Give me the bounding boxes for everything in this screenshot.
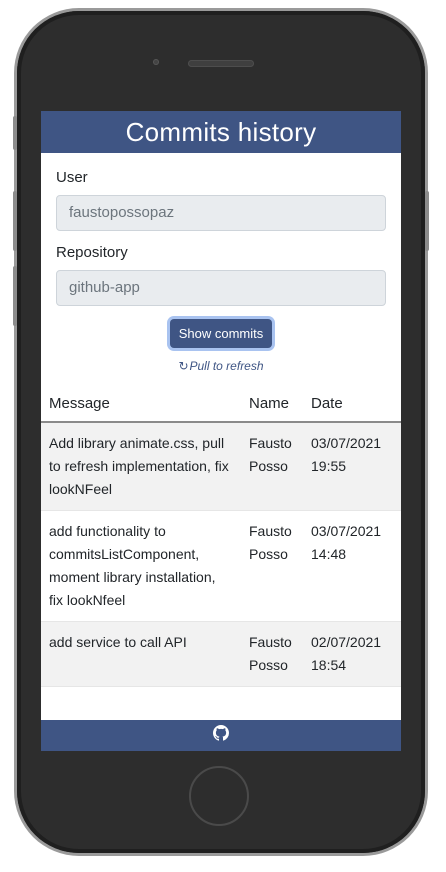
commit-query-form: User faustopossopaz Repository github-ap… — [41, 153, 401, 373]
commit-message: Add library animate.css, pull to refresh… — [41, 422, 241, 511]
table-row[interactable]: add service to call API Fausto Posso 02/… — [41, 621, 401, 687]
commit-message: add service to call API — [41, 621, 241, 687]
commit-message: add functionality to commitsListComponen… — [41, 510, 241, 622]
pull-to-refresh-text: Pull to refresh — [189, 359, 264, 373]
commit-author: Fausto Posso — [241, 621, 303, 687]
commit-author: Fausto Posso — [241, 510, 303, 622]
table-header-row: Message Name Date — [41, 386, 401, 423]
app-footer — [41, 720, 401, 751]
pull-to-refresh-hint[interactable]: ↻Pull to refresh — [56, 359, 386, 373]
page-title: Commits history — [125, 117, 317, 147]
commit-date: 03/07/2021 14:48 — [303, 510, 401, 622]
phone-camera — [153, 59, 159, 65]
show-commits-button[interactable]: Show commits — [169, 319, 273, 348]
app-header: Commits history — [41, 111, 401, 153]
repository-input[interactable]: github-app — [56, 270, 386, 306]
table-row[interactable]: Add library animate.css, pull to refresh… — [41, 422, 401, 511]
commit-date: 03/07/2021 19:55 — [303, 422, 401, 511]
column-header-date: Date — [303, 386, 401, 423]
phone-side-button — [13, 116, 17, 150]
github-icon[interactable] — [213, 725, 229, 746]
phone-power-button — [425, 191, 429, 251]
user-input[interactable]: faustopossopaz — [56, 195, 386, 231]
commits-table: Message Name Date Add library animate.cs… — [41, 386, 401, 687]
refresh-icon: ↻ — [178, 359, 189, 373]
column-header-name: Name — [241, 386, 303, 423]
phone-volume-up-button — [13, 191, 17, 251]
user-label: User — [56, 169, 88, 186]
commit-author: Fausto Posso — [241, 422, 303, 511]
phone-volume-down-button — [13, 266, 17, 326]
column-header-message: Message — [41, 386, 241, 423]
app-screen: Commits history User faustopossopaz Repo… — [41, 111, 401, 751]
repository-label: Repository — [56, 244, 128, 261]
phone-speaker — [188, 60, 254, 67]
phone-home-button[interactable] — [189, 766, 249, 826]
commit-date: 02/07/2021 18:54 — [303, 621, 401, 687]
table-row[interactable]: add functionality to commitsListComponen… — [41, 510, 401, 622]
